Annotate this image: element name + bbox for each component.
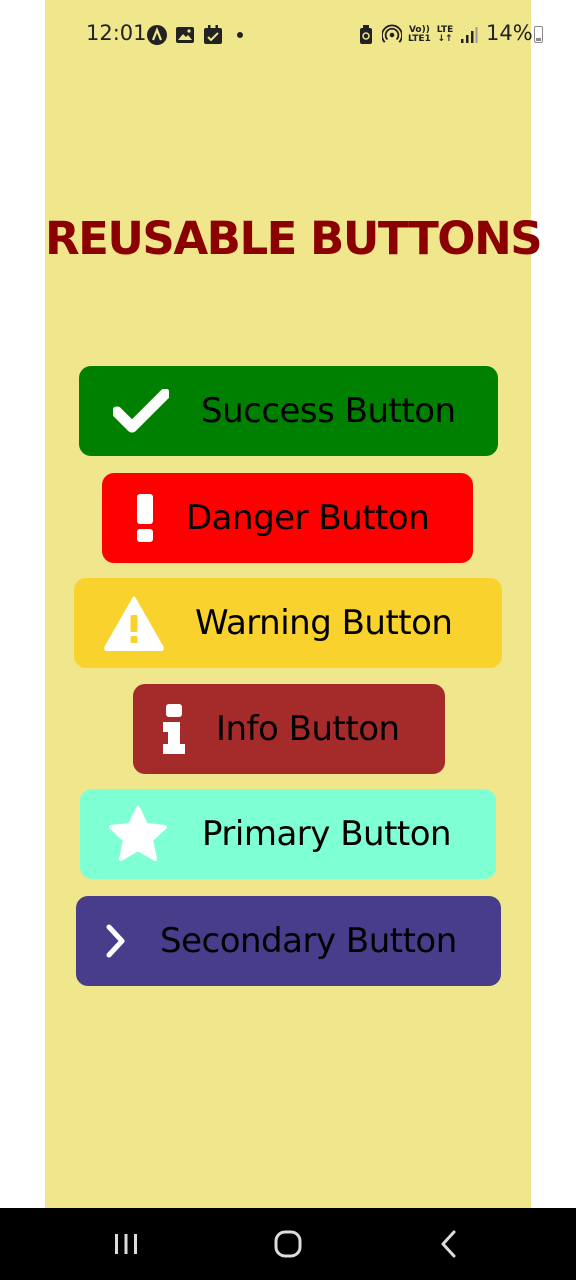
info-button[interactable]: Info Button [133,684,445,774]
warning-button-label: Warning Button [195,603,453,643]
volte-icon: Vo)) LTE1 [408,25,431,44]
lte-data-icon: LTE ↓↑ [436,25,454,44]
recent-apps-icon[interactable] [96,1226,156,1262]
page-title: REUSABLE BUTTONS [45,212,543,265]
secondary-button[interactable]: Secondary Button [76,896,501,986]
exclamation-icon [132,494,158,542]
info-button-label: Info Button [216,709,400,749]
info-icon [161,704,187,754]
navigation-bar [0,1208,576,1280]
battery-icon [534,26,543,43]
check-icon [111,389,171,433]
danger-button-label: Danger Button [186,498,430,538]
battery-saver-icon [356,25,376,45]
home-icon[interactable] [258,1226,318,1262]
success-button-label: Success Button [201,391,456,431]
image-icon [175,25,195,45]
danger-button[interactable]: Danger Button [102,473,473,563]
notification-dot-icon [237,32,243,38]
primary-button[interactable]: Primary Button [80,789,496,879]
warning-icon [103,595,165,651]
star-icon [108,805,168,863]
battery-percent: 14% [486,21,533,45]
chevron-right-icon [104,923,128,959]
calendar-icon [203,25,223,45]
status-time: 12:01 [86,21,147,45]
back-icon[interactable] [419,1226,479,1262]
signal-icon [459,25,479,45]
status-bar: 12:01 Vo)) LTE1 LTE ↓↑ 14% [0,0,576,70]
hotspot-icon [382,24,402,45]
auto-icon [147,25,167,45]
primary-button-label: Primary Button [202,814,452,854]
warning-button[interactable]: Warning Button [74,578,502,668]
secondary-button-label: Secondary Button [160,921,457,961]
app-screen: REUSABLE BUTTONS Success Button Danger B… [45,0,543,1208]
success-button[interactable]: Success Button [79,366,498,456]
